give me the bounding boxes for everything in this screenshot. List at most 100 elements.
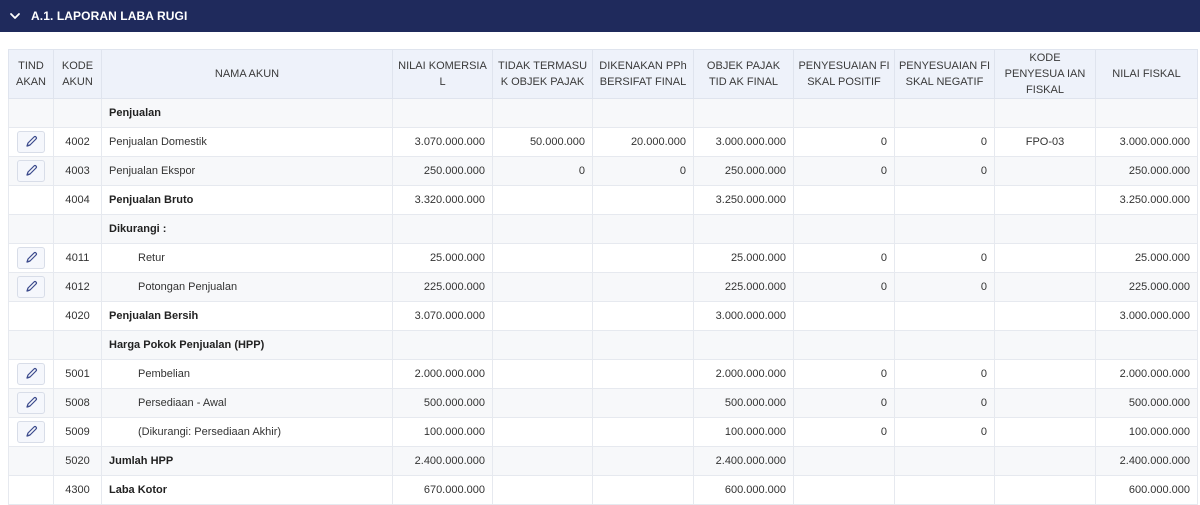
nilai-fiskal-cell: 600.000.000 bbox=[1095, 475, 1198, 505]
nilai-komersial-cell bbox=[392, 98, 493, 128]
penyesuaian-positif-cell bbox=[793, 330, 895, 360]
tidak-termasuk-cell bbox=[492, 359, 593, 389]
nama-akun-cell: Harga Pokok Penjualan (HPP) bbox=[101, 330, 393, 360]
nilai-komersial-cell: 100.000.000 bbox=[392, 417, 493, 447]
nama-akun-cell: Jumlah HPP bbox=[101, 446, 393, 476]
action-cell bbox=[8, 388, 54, 418]
kode-penyesuaian-cell bbox=[994, 301, 1096, 331]
nilai-komersial-cell: 250.000.000 bbox=[392, 156, 493, 186]
kode-akun-cell: 5008 bbox=[53, 388, 102, 418]
kode-akun-cell bbox=[53, 330, 102, 360]
pph-final-cell bbox=[592, 446, 694, 476]
kode-penyesuaian-cell bbox=[994, 475, 1096, 505]
objek-pajak-cell bbox=[693, 330, 794, 360]
nilai-komersial-cell bbox=[392, 330, 493, 360]
chevron-down-icon[interactable] bbox=[9, 10, 21, 22]
nilai-fiskal-cell: 3.250.000.000 bbox=[1095, 185, 1198, 215]
penyesuaian-negatif-cell bbox=[894, 301, 995, 331]
table-row: Penjualan bbox=[8, 98, 1198, 128]
pph-final-cell: 20.000.000 bbox=[592, 127, 694, 157]
nilai-fiskal-cell: 2.000.000.000 bbox=[1095, 359, 1198, 389]
kode-penyesuaian-cell bbox=[994, 243, 1096, 273]
pph-final-cell bbox=[592, 417, 694, 447]
nama-akun-cell: Laba Kotor bbox=[101, 475, 393, 505]
column-header: NILAI KOMERSIA L bbox=[392, 49, 493, 99]
nama-akun-cell: Penjualan Ekspor bbox=[101, 156, 393, 186]
pph-final-cell bbox=[592, 330, 694, 360]
nama-akun-cell: Dikurangi : bbox=[101, 214, 393, 244]
pencil-icon bbox=[26, 426, 37, 437]
objek-pajak-cell: 500.000.000 bbox=[693, 388, 794, 418]
pencil-icon bbox=[26, 281, 37, 292]
nilai-fiskal-cell: 100.000.000 bbox=[1095, 417, 1198, 447]
nama-akun-cell: Potongan Penjualan bbox=[101, 272, 393, 302]
edit-button[interactable] bbox=[17, 247, 45, 269]
pencil-icon bbox=[26, 252, 37, 263]
edit-button[interactable] bbox=[17, 363, 45, 385]
section-title: A.1. LAPORAN LABA RUGI bbox=[31, 9, 188, 23]
kode-akun-cell: 4004 bbox=[53, 185, 102, 215]
penyesuaian-negatif-cell bbox=[894, 214, 995, 244]
column-header: PENYESUAIAN FI SKAL NEGATIF bbox=[894, 49, 995, 99]
kode-akun-cell: 4003 bbox=[53, 156, 102, 186]
tidak-termasuk-cell bbox=[492, 475, 593, 505]
kode-akun-cell bbox=[53, 214, 102, 244]
kode-akun-cell: 5001 bbox=[53, 359, 102, 389]
penyesuaian-positif-cell: 0 bbox=[793, 127, 895, 157]
kode-penyesuaian-cell bbox=[994, 446, 1096, 476]
penyesuaian-positif-cell bbox=[793, 475, 895, 505]
nilai-fiskal-cell bbox=[1095, 214, 1198, 244]
penyesuaian-negatif-cell: 0 bbox=[894, 388, 995, 418]
nilai-komersial-cell: 3.070.000.000 bbox=[392, 301, 493, 331]
kode-penyesuaian-cell bbox=[994, 330, 1096, 360]
tidak-termasuk-cell bbox=[492, 243, 593, 273]
kode-penyesuaian-cell bbox=[994, 417, 1096, 447]
pph-final-cell: 0 bbox=[592, 156, 694, 186]
pencil-icon bbox=[26, 136, 37, 147]
column-header: NILAI FISKAL bbox=[1095, 49, 1198, 99]
table-row: 4300 Laba Kotor 670.000.000 600.000.000 600.… bbox=[8, 475, 1198, 505]
penyesuaian-positif-cell: 0 bbox=[793, 388, 895, 418]
table-row: 5020 Jumlah HPP 2.400.000.000 2.400.000.000… bbox=[8, 446, 1198, 476]
nilai-fiskal-cell: 500.000.000 bbox=[1095, 388, 1198, 418]
edit-button[interactable] bbox=[17, 160, 45, 182]
nama-akun-cell: Persediaan - Awal bbox=[101, 388, 393, 418]
nilai-komersial-cell: 3.320.000.000 bbox=[392, 185, 493, 215]
kode-penyesuaian-cell bbox=[994, 359, 1096, 389]
pph-final-cell bbox=[592, 272, 694, 302]
section-header[interactable]: A.1. LAPORAN LABA RUGI bbox=[0, 0, 1200, 32]
kode-penyesuaian-cell bbox=[994, 214, 1096, 244]
action-cell bbox=[8, 475, 54, 505]
objek-pajak-cell: 100.000.000 bbox=[693, 417, 794, 447]
kode-akun-cell: 4020 bbox=[53, 301, 102, 331]
objek-pajak-cell: 25.000.000 bbox=[693, 243, 794, 273]
kode-akun-cell bbox=[53, 98, 102, 128]
kode-penyesuaian-cell bbox=[994, 98, 1096, 128]
action-cell bbox=[8, 330, 54, 360]
table-row: 4004 Penjualan Bruto 3.320.000.000 3.250.00… bbox=[8, 185, 1198, 215]
penyesuaian-negatif-cell bbox=[894, 330, 995, 360]
penyesuaian-positif-cell: 0 bbox=[793, 243, 895, 273]
nama-akun-cell: (Dikurangi: Persediaan Akhir) bbox=[101, 417, 393, 447]
objek-pajak-cell: 3.000.000.000 bbox=[693, 301, 794, 331]
penyesuaian-positif-cell bbox=[793, 214, 895, 244]
nama-akun-cell: Penjualan Bruto bbox=[101, 185, 393, 215]
edit-button[interactable] bbox=[17, 131, 45, 153]
table-row: 4011 Retur 25.000.000 25.000.000 0 0 25.000.00… bbox=[8, 243, 1198, 273]
pph-final-cell bbox=[592, 388, 694, 418]
nilai-fiskal-cell: 225.000.000 bbox=[1095, 272, 1198, 302]
edit-button[interactable] bbox=[17, 392, 45, 414]
objek-pajak-cell: 250.000.000 bbox=[693, 156, 794, 186]
edit-button[interactable] bbox=[17, 276, 45, 298]
kode-penyesuaian-cell bbox=[994, 156, 1096, 186]
nilai-fiskal-cell: 3.000.000.000 bbox=[1095, 127, 1198, 157]
table-row: 4003 Penjualan Ekspor 250.000.000 0 0 250.000… bbox=[8, 156, 1198, 186]
column-header: KODE PENYESUA IAN FISKAL bbox=[994, 49, 1096, 99]
edit-button[interactable] bbox=[17, 421, 45, 443]
action-cell bbox=[8, 446, 54, 476]
kode-penyesuaian-cell: FPO-03 bbox=[994, 127, 1096, 157]
penyesuaian-negatif-cell bbox=[894, 185, 995, 215]
nama-akun-cell: Retur bbox=[101, 243, 393, 273]
column-header: PENYESUAIAN FI SKAL POSITIF bbox=[793, 49, 895, 99]
kode-akun-cell: 4002 bbox=[53, 127, 102, 157]
